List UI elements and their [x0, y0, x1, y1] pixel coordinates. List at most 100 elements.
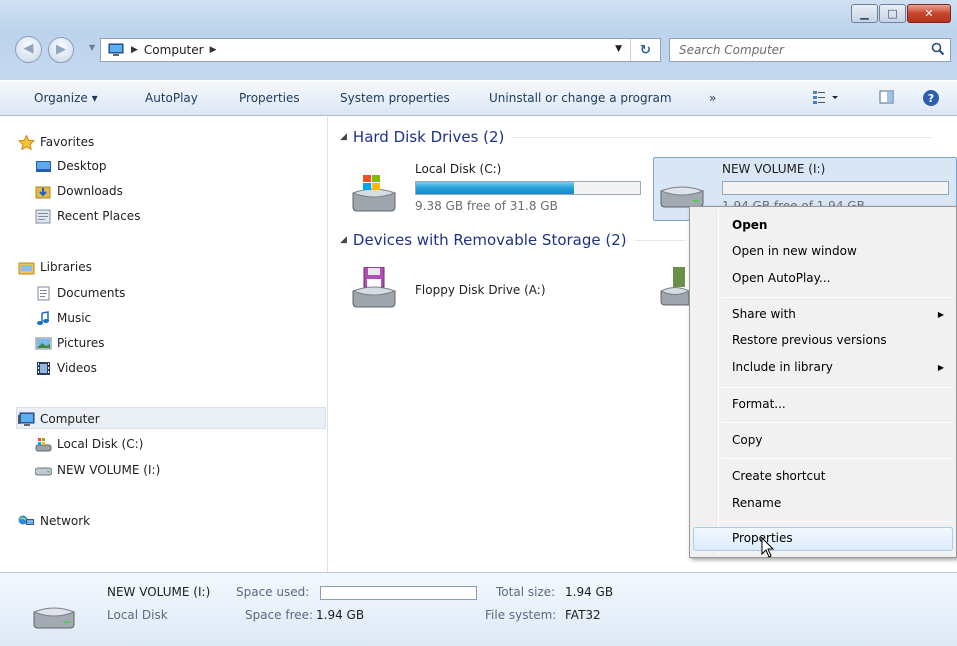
preview-pane-button[interactable]	[879, 89, 895, 108]
drive-tile-floppy[interactable]: Floppy Disk Drive (A:)	[349, 267, 629, 317]
nav-recent-places[interactable]: Recent Places	[35, 206, 140, 226]
submenu-arrow-icon: ▶	[937, 310, 944, 319]
more-commands-button[interactable]: »	[709, 91, 716, 105]
menu-restore-previous-versions[interactable]: Restore previous versions	[732, 333, 887, 347]
menu-format[interactable]: Format...	[732, 397, 786, 411]
breadcrumb-separator-icon[interactable]: ▶	[131, 45, 138, 55]
nav-local-disk-c-label: Local Disk (C:)	[57, 437, 144, 451]
nav-recent-places-label: Recent Places	[57, 209, 141, 223]
hard-drive-icon	[34, 463, 53, 478]
mouse-pointer-icon	[761, 537, 775, 558]
nav-music[interactable]: Music	[35, 308, 91, 328]
refresh-icon: ↻	[640, 42, 651, 58]
submenu-arrow-icon: ▶	[937, 363, 944, 372]
breadcrumb-separator-icon[interactable]: ▶	[210, 45, 217, 55]
network-icon	[18, 514, 35, 529]
refresh-button[interactable]: ↻	[630, 39, 660, 61]
nav-new-volume-i[interactable]: NEW VOLUME (I:)	[34, 460, 160, 480]
minimize-button[interactable]: ▁	[851, 4, 878, 23]
menu-open-autoplay[interactable]: Open AutoPlay...	[732, 271, 830, 285]
nav-favorites[interactable]: Favorites	[17, 132, 95, 152]
navigation-pane: Favorites Desktop Downloads Recent Place…	[0, 117, 328, 572]
address-bar[interactable]: ▶ Computer ▶ ▼ ↻	[100, 38, 661, 62]
menu-create-shortcut[interactable]: Create shortcut	[732, 469, 825, 483]
nav-network-label: Network	[40, 514, 91, 528]
uninstall-program-button[interactable]: Uninstall or change a program	[489, 91, 672, 105]
details-space-free-value: 1.94 GB	[316, 608, 365, 622]
window-controls: ▁ □ ✕	[850, 4, 951, 23]
details-space-used-bar	[320, 586, 477, 600]
command-bar: Organize ▾ AutoPlay Properties System pr…	[0, 80, 957, 116]
nav-videos[interactable]: Videos	[35, 358, 97, 378]
properties-button[interactable]: Properties	[239, 91, 300, 105]
help-button[interactable]: ?	[922, 89, 940, 110]
change-view-button[interactable]	[812, 89, 842, 108]
nav-local-disk-c[interactable]: Local Disk (C:)	[35, 434, 143, 454]
recent-places-icon	[35, 209, 52, 224]
nav-pictures-label: Pictures	[57, 336, 105, 350]
drive-c-usage-fill	[416, 182, 574, 194]
nav-libraries[interactable]: Libraries	[18, 257, 92, 277]
menu-gutter	[718, 209, 719, 555]
collapse-triangle-icon[interactable]: ◢	[340, 235, 347, 245]
drive-c-name: Local Disk (C:)	[415, 162, 502, 176]
nav-downloads[interactable]: Downloads	[35, 181, 123, 201]
minimize-icon: ▁	[860, 7, 869, 20]
removable-drive-icon[interactable]	[659, 267, 689, 313]
details-drive-name: NEW VOLUME (I:)	[107, 585, 211, 599]
organize-button[interactable]: Organize ▾	[34, 91, 98, 105]
forward-button[interactable]: ▶	[48, 37, 74, 63]
nav-favorites-label: Favorites	[40, 135, 95, 149]
autoplay-button[interactable]: AutoPlay	[145, 91, 198, 105]
nav-libraries-label: Libraries	[40, 260, 92, 274]
system-drive-icon	[35, 437, 52, 452]
floppy-drive-name: Floppy Disk Drive (A:)	[415, 283, 546, 297]
back-arrow-icon: ◀	[23, 41, 34, 56]
system-properties-button[interactable]: System properties	[340, 91, 450, 105]
documents-icon	[35, 286, 52, 301]
title-bar: ▁ □ ✕ ◀ ▶ ▼ ▶ Computer ▶ ▼ ↻ Search Comp…	[0, 0, 957, 80]
computer-icon	[107, 43, 125, 57]
search-input[interactable]: Search Computer	[669, 38, 951, 62]
nav-pictures[interactable]: Pictures	[35, 333, 105, 353]
nav-computer[interactable]: Computer	[18, 409, 100, 429]
maximize-button[interactable]: □	[879, 4, 906, 23]
menu-separator	[722, 458, 953, 459]
drive-tile-c[interactable]: Local Disk (C:) 9.38 GB free of 31.8 GB	[349, 161, 649, 221]
breadcrumb-computer[interactable]: Computer	[144, 43, 204, 57]
nav-network[interactable]: Network	[18, 511, 90, 531]
menu-copy[interactable]: Copy	[732, 433, 762, 447]
forward-arrow-icon: ▶	[56, 42, 66, 57]
search-icon[interactable]	[931, 42, 945, 56]
desktop-icon	[35, 159, 52, 174]
recent-pages-dropdown[interactable]: ▼	[89, 43, 95, 52]
close-icon: ✕	[924, 7, 934, 20]
maximize-icon: □	[887, 7, 898, 20]
menu-open[interactable]: Open	[732, 218, 767, 232]
menu-open-new-window[interactable]: Open in new window	[732, 244, 857, 258]
system-drive-icon	[352, 175, 397, 212]
removable-storage-group[interactable]: ◢ Devices with Removable Storage (2)	[340, 231, 685, 249]
menu-separator	[722, 521, 953, 522]
menu-share-with[interactable]: Share with	[732, 307, 796, 321]
collapse-triangle-icon[interactable]: ◢	[340, 132, 347, 142]
group-divider	[634, 239, 685, 241]
nav-documents[interactable]: Documents	[35, 283, 125, 303]
details-file-system-value: FAT32	[565, 608, 601, 622]
menu-rename[interactable]: Rename	[732, 496, 781, 510]
menu-include-in-library[interactable]: Include in library	[732, 360, 833, 374]
hard-disk-drives-group[interactable]: ◢ Hard Disk Drives (2)	[340, 128, 933, 146]
nav-desktop[interactable]: Desktop	[35, 156, 107, 176]
close-button[interactable]: ✕	[907, 4, 951, 23]
address-dropdown-icon[interactable]: ▼	[615, 44, 622, 54]
downloads-folder-icon	[35, 184, 52, 199]
videos-icon	[35, 361, 52, 376]
nav-computer-label: Computer	[40, 412, 100, 426]
drive-c-usage-bar	[415, 181, 641, 195]
floppy-drive-icon	[352, 267, 397, 308]
music-icon	[35, 310, 52, 326]
star-icon	[17, 133, 36, 151]
back-button[interactable]: ◀	[15, 36, 42, 63]
menu-separator	[722, 422, 953, 423]
menu-separator	[722, 297, 953, 298]
